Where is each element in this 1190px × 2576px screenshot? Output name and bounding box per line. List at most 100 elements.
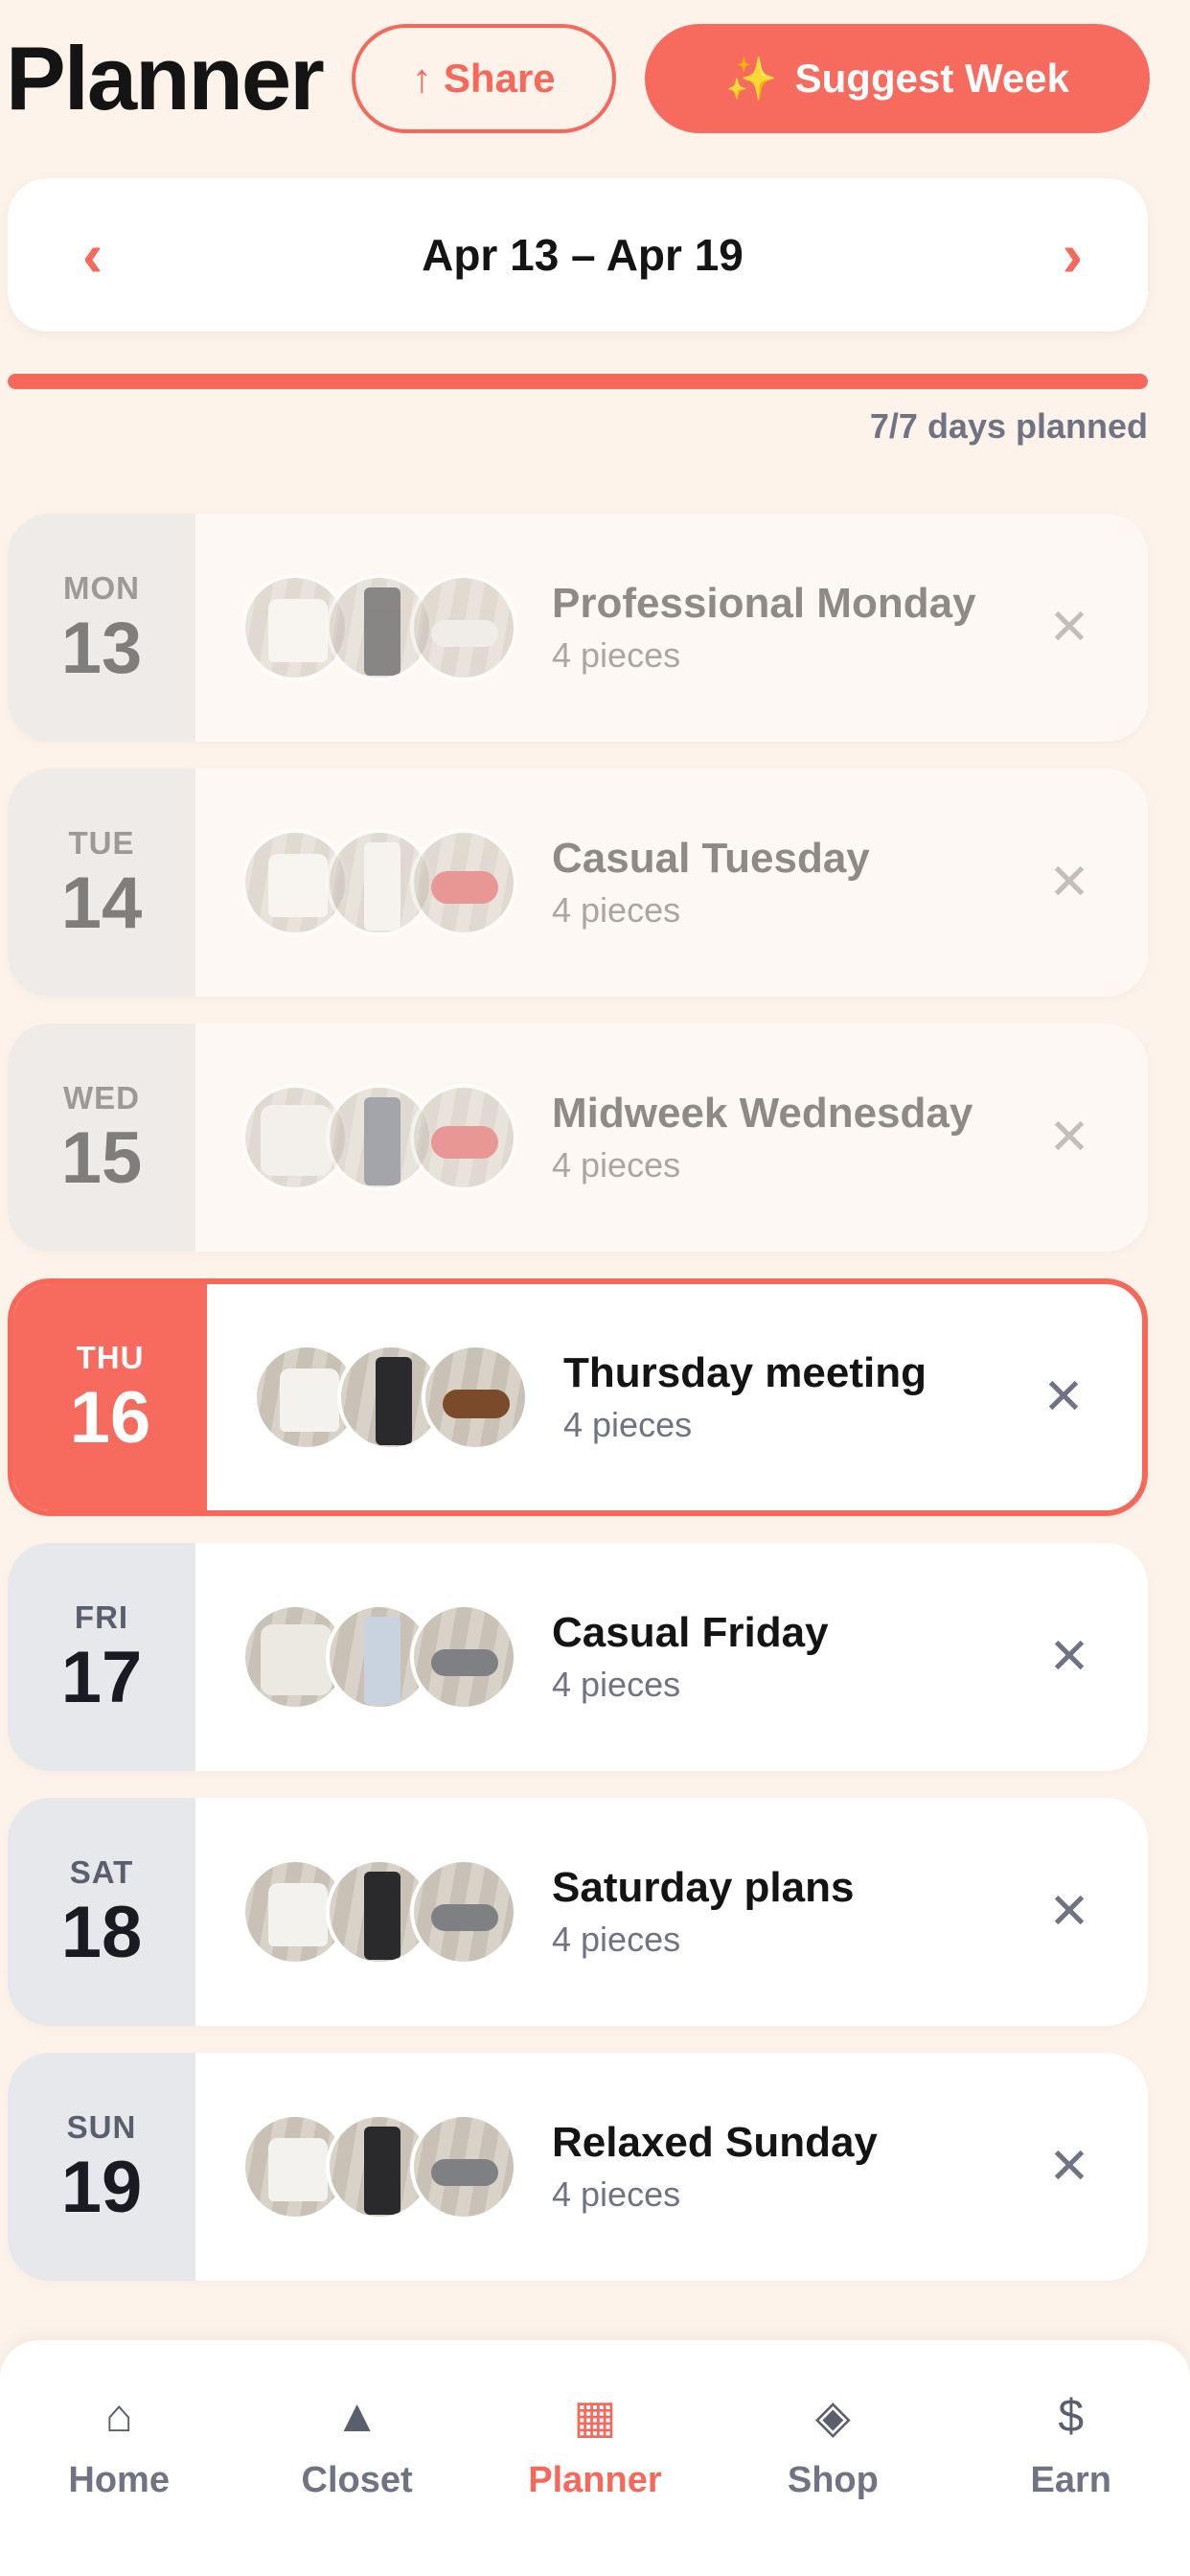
pieces-count: 4 pieces xyxy=(552,635,681,675)
outfit-info: Midweek Wednesday 4 pieces xyxy=(552,1090,1031,1185)
outfit-thumbnails xyxy=(241,1858,517,1966)
shoes-thumbnail xyxy=(410,1603,517,1711)
outfit-info: Casual Tuesday 4 pieces xyxy=(552,835,1031,931)
day-card-mon[interactable]: MON 13 Professional Monday 4 pieces ✕ xyxy=(8,514,1148,742)
pieces-count: 4 pieces xyxy=(552,890,681,930)
planner-screen: Planner ↑ Share ✨ Suggest Week ‹ Apr 13 … xyxy=(0,0,1190,2576)
day-number: 13 xyxy=(60,608,143,689)
close-icon[interactable]: ✕ xyxy=(1031,1874,1108,1950)
tab-label: Earn xyxy=(1030,2459,1111,2500)
pieces-count: 4 pieces xyxy=(563,1405,693,1444)
day-number: 18 xyxy=(60,1892,143,1973)
diamond-icon: ◈ xyxy=(814,2391,851,2443)
day-card-tue[interactable]: TUE 14 Casual Tuesday 4 pieces ✕ xyxy=(8,769,1148,997)
outfit-name: Relaxed Sunday xyxy=(552,2119,878,2166)
outfit-name: Thursday meeting xyxy=(563,1349,927,1396)
shoes-thumbnail xyxy=(410,1858,517,1966)
outfit-thumbnails xyxy=(241,2113,517,2220)
day-of-week: SAT xyxy=(69,1854,134,1890)
close-icon[interactable]: ✕ xyxy=(1031,1619,1108,1695)
day-of-week: THU xyxy=(76,1340,145,1375)
day-number: 16 xyxy=(69,1377,151,1459)
day-card-sat[interactable]: SAT 18 Saturday plans 4 pieces ✕ xyxy=(8,1798,1148,2026)
chevron-left-icon[interactable]: ‹ xyxy=(82,224,103,286)
day-list: MON 13 Professional Monday 4 pieces ✕ TU… xyxy=(8,514,1148,2308)
suggest-week-button[interactable]: ✨ Suggest Week xyxy=(644,24,1150,133)
calendar-grid-icon: ▦ xyxy=(573,2391,617,2443)
shoes-thumbnail xyxy=(410,574,517,681)
close-icon[interactable]: ✕ xyxy=(1031,589,1108,666)
close-icon[interactable]: ✕ xyxy=(1031,1099,1108,1176)
dollar-icon: $ xyxy=(1058,2391,1085,2442)
shoes-thumbnail xyxy=(422,1344,529,1451)
week-progress-bar xyxy=(8,374,1148,389)
day-card-wed[interactable]: WED 15 Midweek Wednesday 4 pieces ✕ xyxy=(8,1024,1148,1252)
close-icon[interactable]: ✕ xyxy=(1031,2128,1108,2205)
outfit-thumbnails xyxy=(241,574,517,681)
tab-home[interactable]: ⌂ Home xyxy=(23,2387,215,2501)
share-label: Share xyxy=(443,56,556,101)
week-progress-fill xyxy=(8,374,1148,389)
header: Planner ↑ Share ✨ Suggest Week xyxy=(6,21,1150,136)
shoes-thumbnail xyxy=(410,829,517,936)
date-column: MON 13 xyxy=(8,514,195,742)
day-number: 17 xyxy=(60,1637,143,1718)
date-column: THU 16 xyxy=(13,1284,207,1510)
days-planned-text: 7/7 days planned xyxy=(869,406,1148,446)
date-column: FRI 17 xyxy=(8,1543,195,1771)
pieces-count: 4 pieces xyxy=(552,1920,681,1959)
chevron-right-icon[interactable]: › xyxy=(1063,224,1083,286)
outfit-name: Midweek Wednesday xyxy=(552,1090,973,1137)
tab-label: Planner xyxy=(528,2459,662,2500)
day-card-thu[interactable]: THU 16 Thursday meeting 4 pieces ✕ xyxy=(8,1278,1148,1516)
week-navigator: ‹ Apr 13 – Apr 19 › xyxy=(8,178,1148,332)
outfit-thumbnails xyxy=(241,1084,517,1191)
day-number: 14 xyxy=(60,862,143,944)
outfit-thumbnails xyxy=(241,1603,517,1711)
outfit-info: Professional Monday 4 pieces xyxy=(552,580,1031,676)
close-icon[interactable]: ✕ xyxy=(1025,1359,1102,1436)
tab-shop[interactable]: ◈ Shop xyxy=(737,2387,928,2501)
day-number: 19 xyxy=(60,2147,143,2228)
outfit-info: Thursday meeting 4 pieces xyxy=(563,1349,1025,1445)
pieces-count: 4 pieces xyxy=(552,1665,681,1704)
outfit-thumbnails xyxy=(241,829,517,936)
day-of-week: FRI xyxy=(74,1599,129,1635)
sparkles-icon: ✨ xyxy=(724,56,778,103)
tab-closet[interactable]: ▲ Closet xyxy=(262,2387,453,2501)
home-icon: ⌂ xyxy=(104,2391,133,2442)
week-range: Apr 13 – Apr 19 xyxy=(422,230,744,280)
outfit-thumbnails xyxy=(253,1344,529,1451)
outfit-name: Casual Tuesday xyxy=(552,835,870,882)
closet-icon: ▲ xyxy=(333,2391,380,2442)
bottom-tab-bar: ⌂ Home ▲ Closet ▦ Planner ◈ Shop $ Earn xyxy=(0,2340,1190,2576)
outfit-info: Casual Friday 4 pieces xyxy=(552,1609,1031,1705)
day-of-week: SUN xyxy=(66,2109,137,2145)
date-column: SUN 19 xyxy=(8,2053,195,2281)
day-card-sun[interactable]: SUN 19 Relaxed Sunday 4 pieces ✕ xyxy=(8,2053,1148,2281)
share-button[interactable]: ↑ Share xyxy=(351,24,616,133)
tab-label: Closet xyxy=(301,2459,413,2500)
share-icon: ↑ xyxy=(411,56,432,101)
day-of-week: MON xyxy=(63,570,140,606)
tab-earn[interactable]: $ Earn xyxy=(975,2387,1167,2501)
day-card-fri[interactable]: FRI 17 Casual Friday 4 pieces ✕ xyxy=(8,1543,1148,1771)
outfit-name: Casual Friday xyxy=(552,1609,829,1656)
outfit-info: Saturday plans 4 pieces xyxy=(552,1864,1031,1960)
date-column: SAT 18 xyxy=(8,1798,195,2026)
shoes-thumbnail xyxy=(410,1084,517,1191)
shoes-thumbnail xyxy=(410,2113,517,2220)
date-column: WED 15 xyxy=(8,1024,195,1252)
suggest-week-label: Suggest Week xyxy=(794,56,1069,101)
page-title: Planner xyxy=(6,28,325,128)
outfit-name: Saturday plans xyxy=(552,1864,855,1911)
close-icon[interactable]: ✕ xyxy=(1031,844,1108,921)
tab-planner[interactable]: ▦ Planner xyxy=(499,2387,691,2501)
day-number: 15 xyxy=(60,1117,143,1199)
outfit-name: Professional Monday xyxy=(552,580,976,627)
day-of-week: TUE xyxy=(68,825,135,861)
outfit-info: Relaxed Sunday 4 pieces xyxy=(552,2119,1031,2215)
date-column: TUE 14 xyxy=(8,769,195,997)
tab-label: Home xyxy=(68,2459,170,2500)
pieces-count: 4 pieces xyxy=(552,2174,681,2214)
